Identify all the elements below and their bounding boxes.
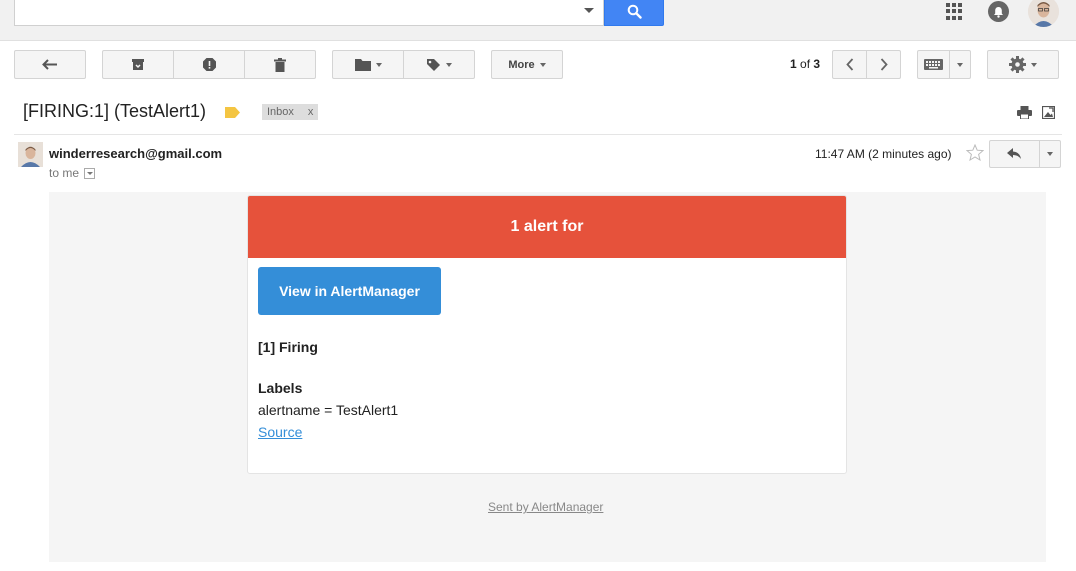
arrow-back-icon [42, 58, 57, 70]
inbox-label-text: Inbox [267, 106, 294, 118]
pager-nav-group [832, 50, 901, 79]
importance-label-icon[interactable] [225, 105, 240, 123]
trash-icon [274, 57, 286, 72]
search-icon [627, 4, 642, 19]
chevron-left-icon [845, 58, 853, 71]
labels-button[interactable] [404, 51, 474, 78]
chevron-right-icon [880, 58, 888, 71]
archive-button[interactable] [103, 51, 174, 78]
recipient-line: to me [49, 166, 96, 180]
back-to-inbox-button[interactable] [14, 50, 86, 79]
pager-count: 1 of 3 [790, 57, 820, 71]
account-avatar[interactable] [1028, 0, 1059, 27]
more-button[interactable]: More [491, 50, 563, 79]
header-divider [14, 134, 1062, 135]
reply-group [989, 140, 1061, 168]
move-to-button[interactable] [333, 51, 404, 78]
chevron-down-icon [957, 62, 963, 67]
labels-heading: Labels [258, 380, 303, 396]
reply-icon [1007, 148, 1021, 159]
pager-total: 3 [813, 57, 821, 71]
organize-group [332, 50, 475, 79]
input-tools-dropdown[interactable] [950, 51, 970, 78]
alert-card: 1 alert for View in AlertManager [1] Fir… [247, 195, 847, 474]
search-button[interactable] [604, 0, 664, 26]
view-in-alertmanager-button[interactable]: View in AlertManager [258, 267, 441, 315]
top-bar [0, 0, 1076, 41]
label-tag-icon [427, 58, 440, 71]
email-timestamp: 11:47 AM (2 minutes ago) [815, 147, 952, 161]
input-tools-group [917, 50, 971, 79]
older-button[interactable] [833, 51, 867, 78]
chevron-down-icon [86, 171, 93, 175]
chevron-down-icon [446, 62, 452, 67]
delete-button[interactable] [245, 51, 315, 78]
settings-button[interactable] [987, 50, 1059, 79]
apps-grid-icon[interactable] [946, 3, 963, 20]
recipient-text: to me [49, 166, 80, 180]
alert-header: 1 alert for [248, 196, 846, 258]
sender-avatar [18, 142, 43, 167]
archive-icon [132, 59, 144, 70]
pager-current: 1 [790, 57, 797, 71]
notifications-bell-icon[interactable] [988, 1, 1009, 22]
chevron-down-icon [375, 62, 382, 67]
alert-label-line: alertname = TestAlert1 [258, 402, 399, 418]
print-icon[interactable] [1017, 106, 1032, 124]
chevron-down-icon [1047, 152, 1053, 156]
search-input[interactable] [14, 0, 604, 26]
more-reply-options-button[interactable] [1040, 141, 1060, 167]
sender-email[interactable]: winderresearch@gmail.com [49, 146, 222, 161]
folder-icon [354, 59, 371, 71]
more-label: More [508, 58, 535, 71]
pager-of: of [800, 57, 811, 71]
star-icon[interactable] [965, 143, 985, 166]
chevron-down-icon [539, 62, 546, 67]
reply-button[interactable] [990, 141, 1040, 167]
gear-icon [1009, 56, 1026, 73]
sent-by-alertmanager-link[interactable]: Sent by AlertManager [488, 500, 603, 514]
search-options-dropdown-icon[interactable] [584, 8, 594, 13]
message-actions-group [102, 50, 316, 79]
report-spam-button[interactable] [174, 51, 245, 78]
remove-label-button[interactable]: x [308, 106, 314, 118]
report-spam-icon [202, 58, 216, 71]
chevron-down-icon [1031, 62, 1037, 67]
new-window-icon[interactable] [1041, 105, 1056, 124]
input-tools-button[interactable] [918, 51, 950, 78]
firing-count: [1] Firing [258, 339, 318, 355]
show-details-dropdown[interactable] [84, 167, 96, 179]
email-subject: [FIRING:1] (TestAlert1) [23, 101, 207, 121]
source-link[interactable]: Source [258, 424, 302, 440]
inbox-label-chip: Inbox x [262, 104, 319, 120]
keyboard-icon [924, 59, 943, 70]
newer-button[interactable] [867, 51, 900, 78]
